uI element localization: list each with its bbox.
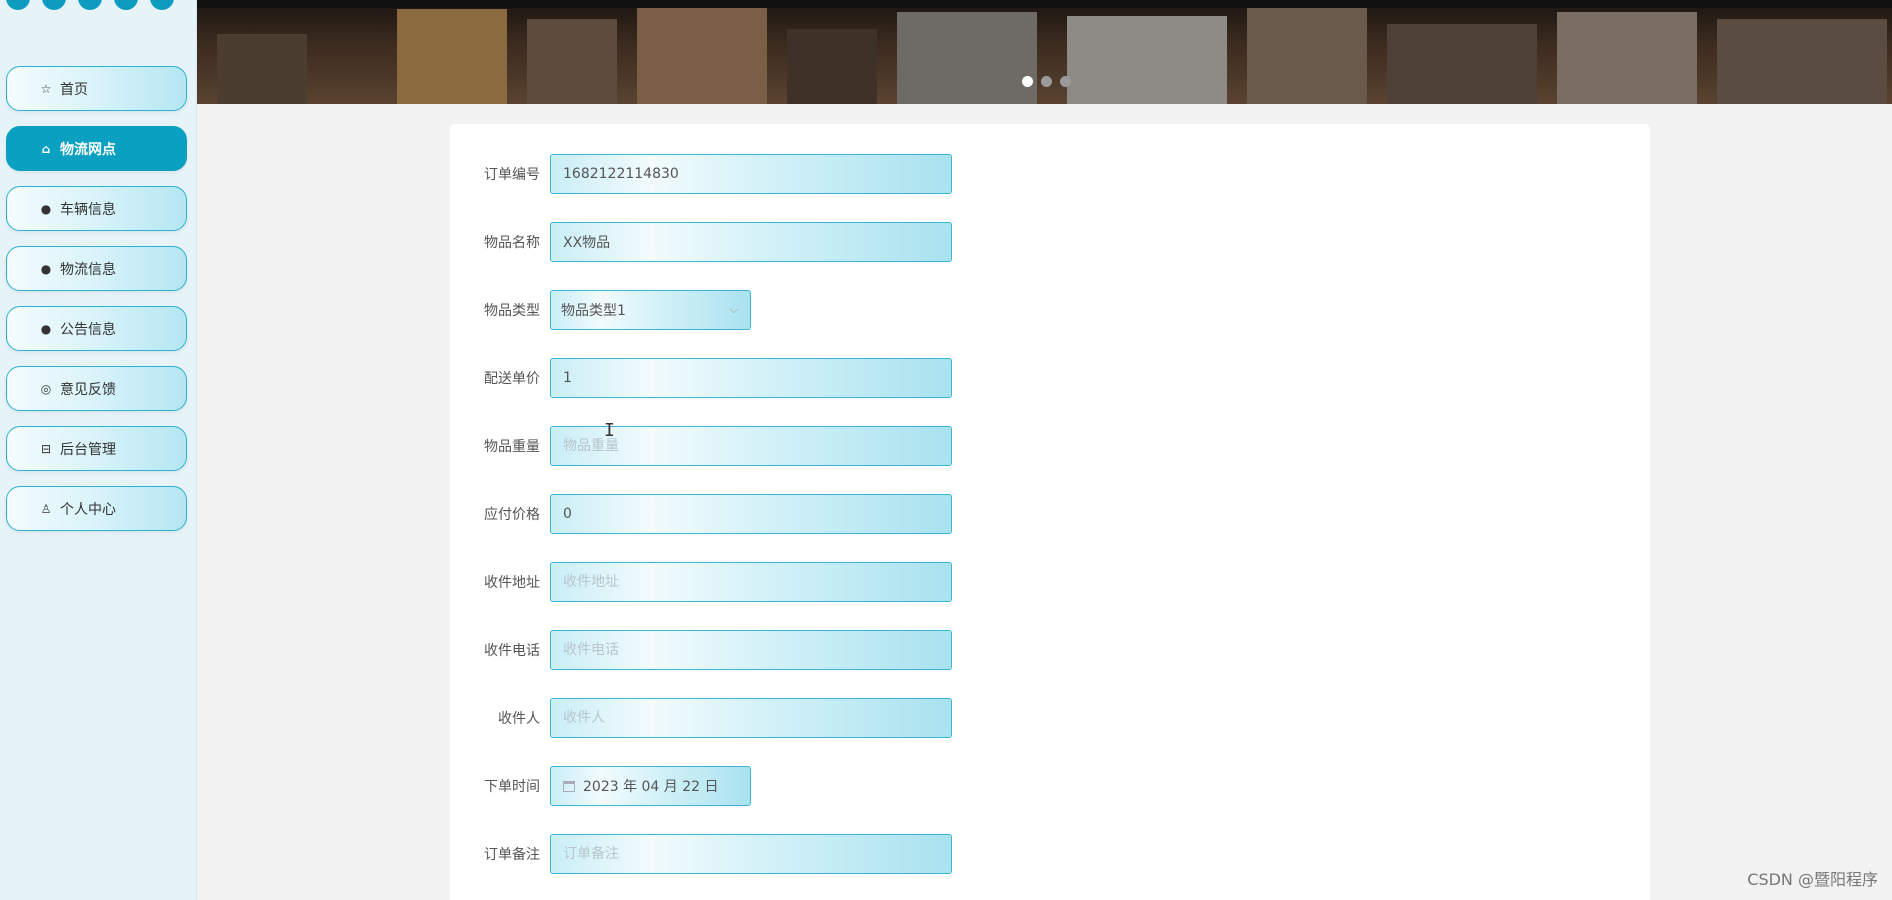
sidebar-item-label: 车辆信息 xyxy=(60,201,116,218)
sidebar-decoration xyxy=(6,0,174,10)
sidebar: ☆ 首页 ⌂ 物流网点 ● 车辆信息 ● 物流信息 ● 公告信息 ◎ 意见反馈 … xyxy=(0,0,197,900)
sidebar-item-label: 公告信息 xyxy=(60,321,116,338)
carousel-dot[interactable] xyxy=(1022,76,1033,87)
form-row-payable: 应付价格 xyxy=(450,494,952,534)
sidebar-item-label: 后台管理 xyxy=(60,441,116,458)
carousel-dot[interactable] xyxy=(1060,76,1071,87)
remark-input[interactable] xyxy=(550,834,952,874)
sidebar-item-home[interactable]: ☆ 首页 xyxy=(6,66,187,111)
weight-label: 物品重量 xyxy=(484,439,540,455)
form-row-remark: 订单备注 xyxy=(450,834,952,874)
bag-icon: ⌂ xyxy=(41,141,51,156)
smile-icon: ◎ xyxy=(40,381,52,396)
question-circle-icon: ● xyxy=(40,261,52,276)
item-name-label: 物品名称 xyxy=(484,235,540,251)
gift-icon: ⊟ xyxy=(40,441,52,456)
app-root: ☆ 首页 ⌂ 物流网点 ● 车辆信息 ● 物流信息 ● 公告信息 ◎ 意见反馈 … xyxy=(0,0,1892,900)
carousel-dot[interactable] xyxy=(1041,76,1052,87)
form-row-recipient: 收件人 xyxy=(450,698,952,738)
form-row-weight: 物品重量 xyxy=(450,426,952,466)
form-row-unit-price: 配送单价 xyxy=(450,358,952,398)
order-time-value: 2023 年 04 月 22 日 xyxy=(583,779,719,795)
item-name-input[interactable] xyxy=(550,222,952,262)
sidebar-item-profile[interactable]: ♙ 个人中心 xyxy=(6,486,187,531)
sidebar-item-feedback[interactable]: ◎ 意见反馈 xyxy=(6,366,187,411)
banner-carousel xyxy=(197,0,1892,104)
form-row-order-time: 下单时间 2023 年 04 月 22 日 xyxy=(450,766,751,806)
recipient-label: 收件人 xyxy=(498,711,540,727)
sidebar-item-announcements[interactable]: ● 公告信息 xyxy=(6,306,187,351)
payable-label: 应付价格 xyxy=(484,507,540,523)
payable-input[interactable] xyxy=(550,494,952,534)
sidebar-item-label: 个人中心 xyxy=(60,501,116,518)
unit-price-input[interactable] xyxy=(550,358,952,398)
phone-label: 收件电话 xyxy=(484,643,540,659)
phone-input[interactable] xyxy=(550,630,952,670)
item-type-label: 物品类型 xyxy=(484,303,540,319)
item-type-value: 物品类型1 xyxy=(561,303,626,319)
order-no-label: 订单编号 xyxy=(484,167,540,183)
info-circle-icon: ● xyxy=(40,321,52,336)
sidebar-item-vehicle-info[interactable]: ● 车辆信息 xyxy=(6,186,187,231)
address-input[interactable] xyxy=(550,562,952,602)
form-row-item-type: 物品类型 物品类型1 ⌵ xyxy=(450,290,751,330)
unit-price-label: 配送单价 xyxy=(484,371,540,387)
calendar-icon xyxy=(563,780,575,792)
sidebar-item-logistics-info[interactable]: ● 物流信息 xyxy=(6,246,187,291)
sidebar-item-label: 物流信息 xyxy=(60,261,116,278)
form-row-item-name: 物品名称 xyxy=(450,222,952,262)
carousel-indicators xyxy=(1022,76,1071,87)
sidebar-item-admin[interactable]: ⊟ 后台管理 xyxy=(6,426,187,471)
text-cursor-icon: I xyxy=(604,420,615,441)
sidebar-item-label: 首页 xyxy=(60,81,88,98)
form-row-address: 收件地址 xyxy=(450,562,952,602)
remark-label: 订单备注 xyxy=(484,847,540,863)
order-time-picker[interactable]: 2023 年 04 月 22 日 xyxy=(550,766,751,806)
recipient-input[interactable] xyxy=(550,698,952,738)
chevron-down-icon: ⌵ xyxy=(729,303,738,316)
order-time-label: 下单时间 xyxy=(484,779,540,795)
sidebar-item-label: 意见反馈 xyxy=(60,381,116,398)
form-row-order-no: 订单编号 xyxy=(450,154,952,194)
watermark: CSDN @暨阳程序 xyxy=(1747,870,1878,889)
address-label: 收件地址 xyxy=(484,575,540,591)
star-icon: ☆ xyxy=(40,81,52,96)
user-icon: ♙ xyxy=(40,501,52,516)
form-row-phone: 收件电话 xyxy=(450,630,952,670)
sidebar-item-label: 物流网点 xyxy=(60,141,116,158)
order-form-panel: 订单编号 物品名称 物品类型 物品类型1 ⌵ 配送单价 物品重量 应付价格 xyxy=(450,124,1650,900)
order-no-input[interactable] xyxy=(550,154,952,194)
exclamation-circle-icon: ● xyxy=(40,201,52,216)
sidebar-item-logistics-outlets[interactable]: ⌂ 物流网点 xyxy=(6,126,187,171)
item-type-select[interactable]: 物品类型1 ⌵ xyxy=(550,290,751,330)
